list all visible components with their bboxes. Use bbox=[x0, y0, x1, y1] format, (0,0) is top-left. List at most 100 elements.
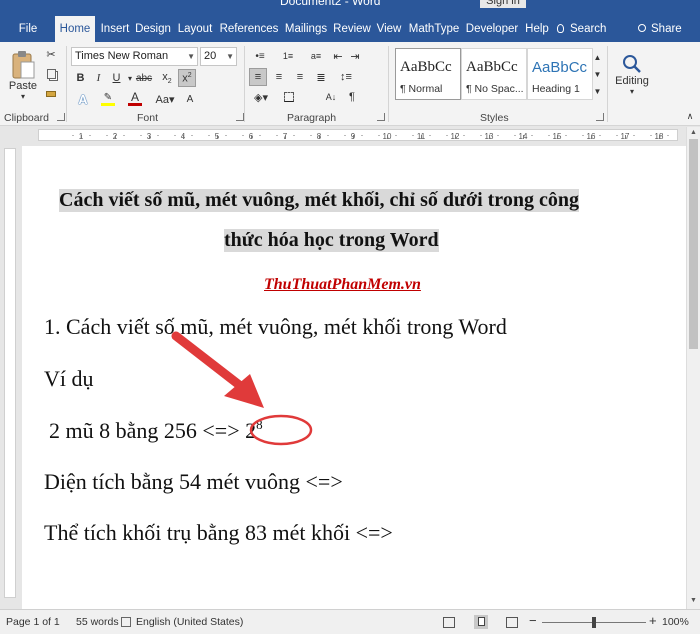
tab-mathtype[interactable]: MathType bbox=[406, 16, 462, 42]
web-layout-icon[interactable] bbox=[506, 617, 518, 628]
italic-button[interactable]: I bbox=[91, 69, 106, 87]
strikethrough-button[interactable]: abc bbox=[135, 69, 153, 87]
tab-home[interactable]: Home bbox=[55, 16, 95, 42]
ruler-tick bbox=[361, 135, 363, 136]
format-painter-button[interactable] bbox=[44, 86, 58, 102]
styles-group-label: Styles bbox=[480, 112, 509, 124]
font-size-select[interactable]: 20 ▼ bbox=[200, 47, 237, 66]
align-right-icon: ≡ bbox=[296, 71, 304, 83]
arrow-shaft bbox=[171, 331, 252, 396]
grow-font-button[interactable]: A bbox=[183, 90, 197, 108]
editing-button[interactable]: Editing ▾ bbox=[612, 46, 652, 102]
ruler-tick bbox=[523, 135, 524, 139]
share-button[interactable]: Share bbox=[638, 16, 682, 42]
superscript-button[interactable]: x2 bbox=[178, 69, 196, 87]
ruler-tick bbox=[285, 135, 286, 139]
underline-dropdown[interactable]: ▾ bbox=[126, 69, 134, 87]
tab-view[interactable]: View bbox=[373, 16, 405, 42]
zoom-level[interactable]: 100% bbox=[662, 616, 689, 628]
copy-button[interactable] bbox=[44, 66, 58, 82]
decrease-indent-button[interactable]: ⇤ bbox=[331, 48, 345, 64]
tab-help[interactable]: Help bbox=[522, 16, 552, 42]
language-status[interactable]: English (United States) bbox=[136, 616, 243, 628]
font-color-button[interactable]: A bbox=[124, 90, 146, 108]
ruler-tick bbox=[319, 135, 320, 139]
tab-references[interactable]: References bbox=[218, 16, 280, 42]
paragraph-launcher-icon[interactable] bbox=[377, 113, 385, 121]
styles-launcher-icon[interactable] bbox=[596, 113, 604, 121]
ruler-tick bbox=[81, 135, 82, 139]
proofing-icon[interactable] bbox=[121, 617, 131, 627]
tab-mailings[interactable]: Mailings bbox=[281, 16, 331, 42]
chevron-down-icon: ▼ bbox=[690, 597, 697, 604]
paste-button[interactable]: Paste ▾ bbox=[6, 46, 40, 104]
style-normal[interactable]: AaBbCc ¶ Normal bbox=[395, 48, 461, 100]
highlight-button[interactable]: ✎ bbox=[97, 90, 119, 108]
align-right-button[interactable]: ≡ bbox=[291, 68, 309, 86]
align-center-button[interactable]: ≡ bbox=[270, 68, 288, 86]
tab-review[interactable]: Review bbox=[332, 16, 372, 42]
align-left-button[interactable]: ≡ bbox=[249, 68, 267, 86]
read-mode-icon[interactable] bbox=[443, 617, 455, 628]
increase-indent-button[interactable]: ⇥ bbox=[348, 48, 362, 64]
text-effects-button[interactable]: A bbox=[73, 90, 93, 108]
subscript-button[interactable]: x2 bbox=[159, 69, 175, 87]
ruler-tick bbox=[174, 135, 176, 136]
font-launcher-icon[interactable] bbox=[236, 113, 244, 121]
collapse-ribbon-button[interactable]: ∧ bbox=[684, 110, 696, 122]
underline-button[interactable]: U bbox=[109, 69, 124, 87]
decrease-indent-icon: ⇤ bbox=[333, 50, 343, 63]
ruler-tick bbox=[625, 135, 626, 139]
tab-insert[interactable]: Insert bbox=[97, 16, 133, 42]
justify-icon: ≣ bbox=[316, 71, 326, 84]
italic-icon: I bbox=[96, 72, 101, 84]
chevron-down-icon: ▼ bbox=[187, 52, 195, 61]
multilevel-list-button[interactable]: a≡ bbox=[305, 48, 327, 64]
ruler-tick bbox=[412, 135, 414, 136]
ruler-tick bbox=[217, 135, 218, 139]
tell-me-search[interactable]: Search bbox=[557, 16, 606, 42]
font-size-value: 20 bbox=[204, 50, 217, 62]
justify-button[interactable]: ≣ bbox=[312, 68, 330, 86]
numbering-button[interactable]: 1≡ bbox=[277, 48, 299, 64]
strikethrough-icon: abc bbox=[135, 72, 153, 84]
style-heading-1[interactable]: AaBbCc Heading 1 bbox=[527, 48, 593, 100]
sign-in-button[interactable]: Sign in bbox=[480, 0, 526, 8]
tab-design[interactable]: Design bbox=[134, 16, 172, 42]
increase-indent-icon: ⇥ bbox=[350, 50, 360, 63]
bullets-button[interactable]: •≡ bbox=[249, 48, 271, 64]
zoom-in-icon[interactable]: + bbox=[649, 613, 657, 628]
style-name: ¶ No Spac... bbox=[466, 83, 524, 95]
tab-developer[interactable]: Developer bbox=[464, 16, 520, 42]
ruler-tick bbox=[497, 135, 499, 136]
document-page[interactable]: Cách viết số mũ, mét vuông, mét khối, ch… bbox=[22, 146, 686, 609]
styles-scroll[interactable]: ▲ ▼ ▼ bbox=[592, 48, 603, 100]
subscript-icon: x2 bbox=[162, 70, 172, 86]
clipboard-icon bbox=[12, 50, 35, 78]
scrollbar-thumb[interactable] bbox=[689, 139, 698, 349]
paintbrush-icon bbox=[46, 91, 56, 97]
style-no-spacing[interactable]: AaBbCc ¶ No Spac... bbox=[461, 48, 527, 100]
vertical-scrollbar[interactable]: ▲ ▼ bbox=[686, 127, 700, 609]
cut-button[interactable]: ✂ bbox=[44, 46, 58, 62]
font-name-select[interactable]: Times New Roman ▼ bbox=[71, 47, 198, 66]
style-name: ¶ Normal bbox=[400, 83, 443, 95]
word-count[interactable]: 55 words bbox=[76, 616, 119, 628]
show-formatting-button[interactable]: ¶ bbox=[344, 88, 360, 106]
vertical-ruler[interactable] bbox=[4, 148, 16, 598]
line-spacing-button[interactable]: ↕≡ bbox=[334, 68, 358, 86]
change-case-button[interactable]: Aa▾ bbox=[152, 90, 178, 108]
zoom-slider-thumb[interactable] bbox=[592, 617, 596, 628]
clipboard-launcher-icon[interactable] bbox=[57, 113, 65, 121]
tab-file[interactable]: File bbox=[10, 16, 46, 42]
sort-icon: A↓ bbox=[325, 92, 337, 102]
borders-button[interactable] bbox=[277, 88, 301, 106]
sort-button[interactable]: A↓ bbox=[322, 88, 340, 106]
page-count[interactable]: Page 1 of 1 bbox=[6, 616, 60, 628]
shading-button[interactable]: ◈▾ bbox=[249, 88, 273, 106]
tab-layout[interactable]: Layout bbox=[174, 16, 216, 42]
ruler-tick bbox=[353, 135, 354, 139]
zoom-out-icon[interactable]: − bbox=[529, 613, 537, 628]
bold-button[interactable]: B bbox=[73, 69, 88, 87]
horizontal-ruler[interactable]: 123456789101112131415161718 bbox=[0, 127, 686, 143]
